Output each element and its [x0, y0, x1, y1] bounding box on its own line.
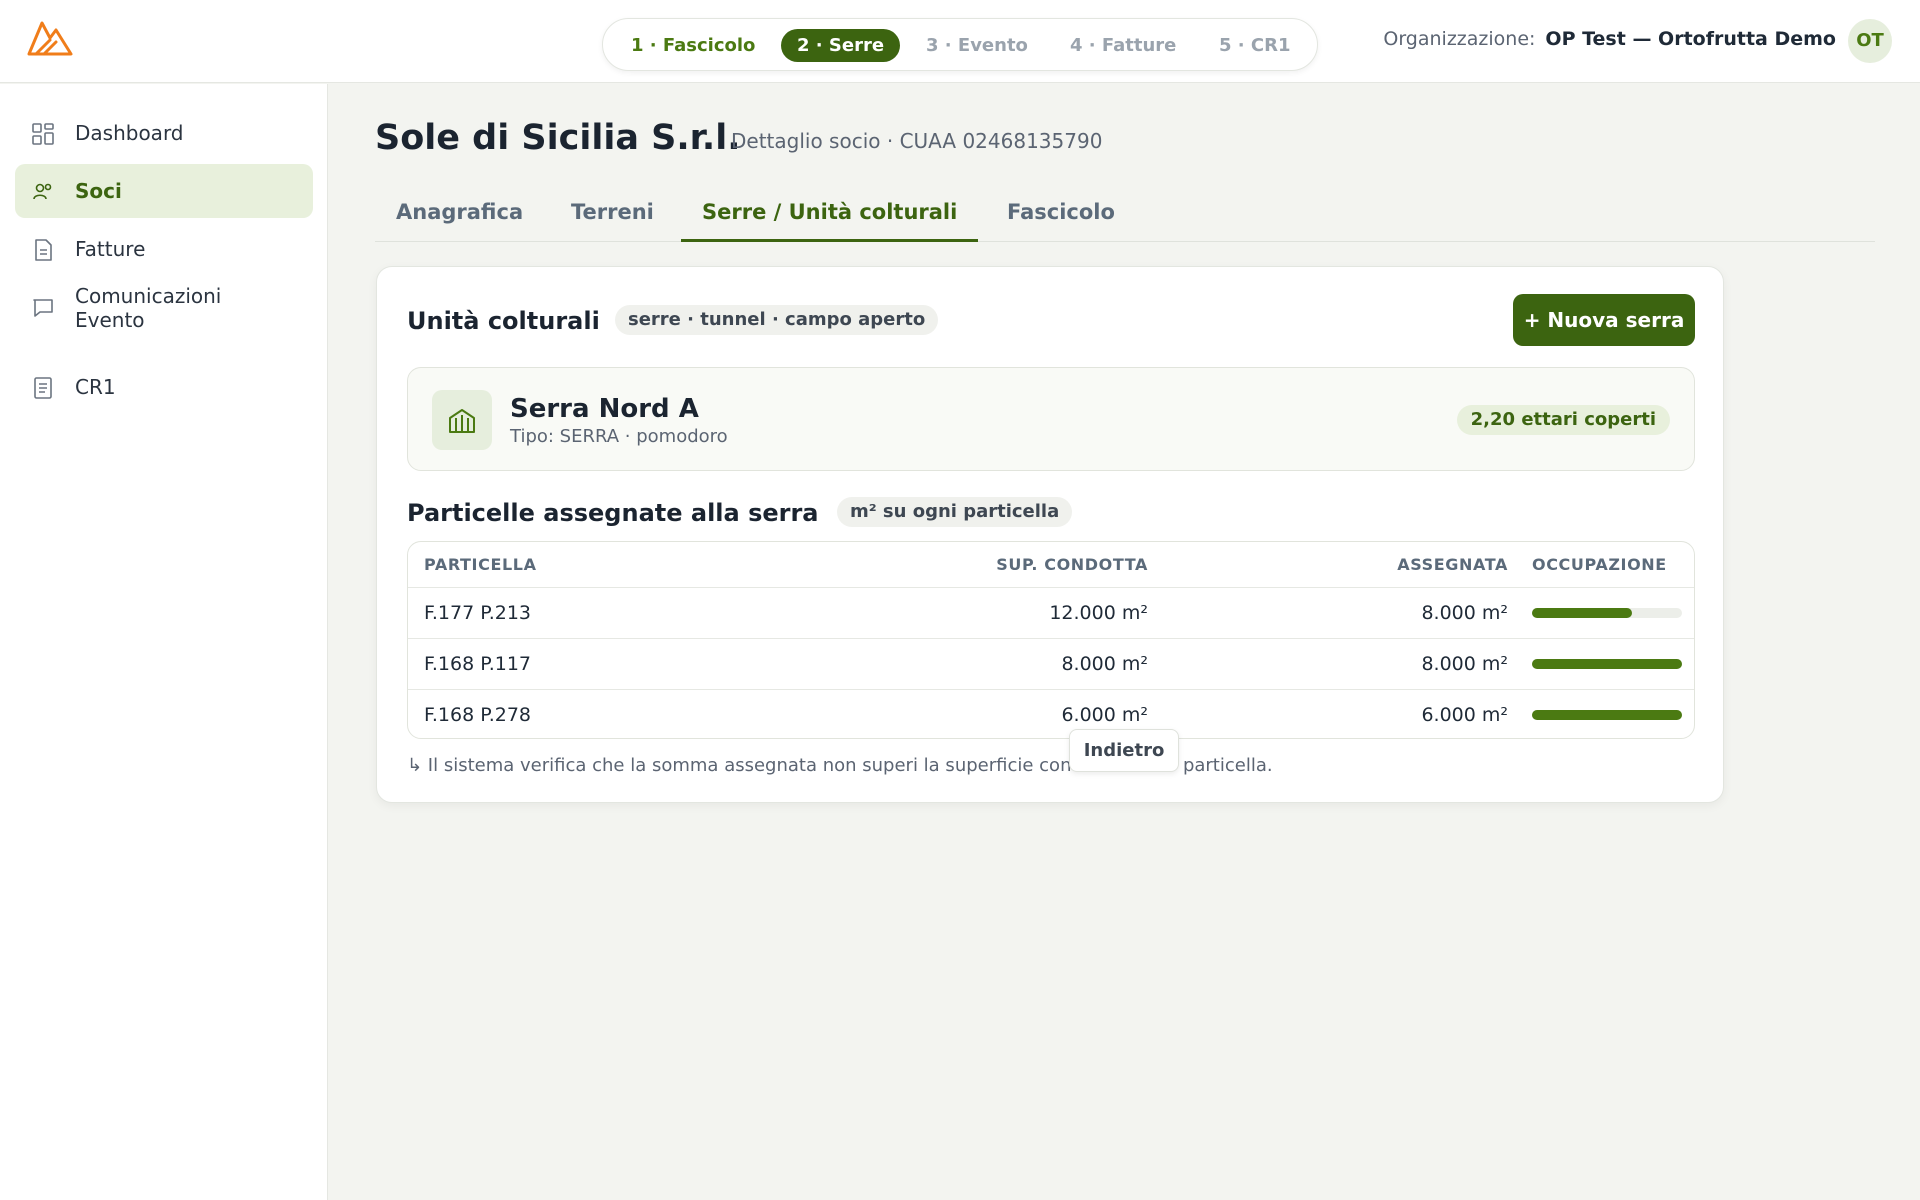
sidebar-item-label: CR1	[75, 375, 116, 399]
occupation-bar	[1532, 608, 1682, 618]
col-header-sup-condotta: SUP. CONDOTTA	[996, 555, 1148, 574]
cell-sup-condotta: 12.000 m²	[1049, 602, 1148, 624]
users-icon	[33, 183, 52, 200]
occupation-bar-fill	[1532, 659, 1682, 669]
cell-assegnata: 8.000 m²	[1421, 653, 1508, 675]
cell-particella: F.168 P.278	[424, 704, 532, 726]
message-icon	[33, 299, 53, 317]
page-subtitle: Dettaglio socio · CUAA 02468135790	[731, 129, 1103, 153]
occupation-bar-fill	[1532, 608, 1633, 618]
sidebar-item-label: Dashboard	[75, 121, 184, 145]
table-row[interactable]: F.177 P.213 12.000 m² 8.000 m²	[408, 587, 1694, 638]
cell-particella: F.168 P.117	[424, 653, 532, 675]
sidebar-item-dashboard[interactable]: Dashboard	[15, 106, 313, 160]
avatar[interactable]: OT	[1848, 19, 1892, 63]
grid-icon	[32, 123, 54, 145]
sidebar-nav: Dashboard Soci Fatture Comunicazioni Eve…	[0, 84, 328, 1200]
step-cr1[interactable]: 5 · CR1	[1203, 29, 1307, 62]
parcels-title: Particelle assegnate alla serra	[407, 499, 819, 527]
occupation-bar	[1532, 710, 1682, 720]
validation-note-start: ↳ Il sistema verifica che la somma asseg…	[407, 755, 1072, 776]
sidebar-item-label: Soci	[75, 179, 122, 203]
sidebar-item-soci[interactable]: Soci	[15, 164, 313, 218]
cell-particella: F.177 P.213	[424, 602, 532, 624]
occupation-bar-fill	[1532, 710, 1682, 720]
logo-icon[interactable]	[26, 18, 74, 60]
serra-icon-box	[432, 390, 492, 450]
serra-meta: Tipo: SERRA · pomodoro	[510, 426, 728, 447]
units-title: Unità colturali	[407, 307, 600, 335]
sidebar-item-label: Fatture	[75, 237, 146, 261]
step-fascicolo[interactable]: 1 · Fascicolo	[615, 29, 771, 62]
tab-anagrafica[interactable]: Anagrafica	[375, 188, 544, 242]
tab-bar: Anagrafica Terreni Serre / Unità coltura…	[375, 188, 1875, 242]
list-document-icon	[34, 377, 52, 399]
step-serre[interactable]: 2 · Serre	[781, 29, 901, 62]
sidebar-item-comunicazioni-evento[interactable]: Comunicazioni Evento	[15, 280, 313, 334]
col-header-occupazione: OCCUPAZIONE	[1532, 555, 1667, 574]
top-bar: 1 · Fascicolo 2 · Serre 3 · Evento 4 · F…	[0, 0, 1920, 83]
col-header-particella: PARTICELLA	[424, 555, 537, 574]
cell-sup-condotta: 8.000 m²	[1061, 653, 1148, 675]
step-evento[interactable]: 3 · Evento	[910, 29, 1044, 62]
occupation-bar	[1532, 659, 1682, 669]
col-header-assegnata: ASSEGNATA	[1397, 555, 1508, 574]
validation-note-end: particella.	[1182, 755, 1273, 776]
table-row[interactable]: F.168 P.117 8.000 m² 8.000 m²	[408, 638, 1694, 689]
tab-fascicolo[interactable]: Fascicolo	[986, 188, 1136, 242]
organization-info: Organizzazione: OP Test — Ortofrutta Demo	[1383, 28, 1836, 50]
serra-item[interactable]: Serra Nord A Tipo: SERRA · pomodoro 2,20…	[407, 367, 1695, 471]
units-types-chip: serre · tunnel · campo aperto	[615, 305, 939, 335]
serra-area-badge: 2,20 ettari coperti	[1456, 405, 1670, 435]
step-fatture[interactable]: 4 · Fatture	[1054, 29, 1192, 62]
document-icon	[35, 239, 52, 261]
page-title: Sole di Sicilia S.r.l.	[375, 118, 741, 158]
back-tooltip: Indietro	[1069, 729, 1179, 772]
tab-terreni[interactable]: Terreni	[550, 188, 675, 242]
cell-assegnata: 8.000 m²	[1421, 602, 1508, 624]
org-label: Organizzazione:	[1383, 28, 1536, 50]
sidebar-item-label: Comunicazioni Evento	[75, 284, 222, 332]
cell-assegnata: 6.000 m²	[1421, 704, 1508, 726]
sidebar-item-fatture[interactable]: Fatture	[15, 222, 313, 276]
tab-serre[interactable]: Serre / Unità colturali	[681, 188, 979, 242]
greenhouse-icon	[449, 409, 475, 433]
workflow-stepper: 1 · Fascicolo 2 · Serre 3 · Evento 4 · F…	[602, 18, 1318, 71]
parcels-unit-chip: m² su ogni particella	[837, 497, 1073, 527]
parcels-table: PARTICELLA SUP. CONDOTTA ASSEGNATA OCCUP…	[407, 541, 1695, 739]
serra-name: Serra Nord A	[510, 394, 699, 424]
units-card: Unità colturali serre · tunnel · campo a…	[376, 266, 1724, 803]
org-name: OP Test — Ortofrutta Demo	[1545, 28, 1836, 50]
sidebar-item-cr1[interactable]: CR1	[15, 360, 313, 414]
table-row[interactable]: F.168 P.278 6.000 m² 6.000 m²	[408, 689, 1694, 738]
new-serra-button[interactable]: + Nuova serra	[1513, 294, 1695, 346]
